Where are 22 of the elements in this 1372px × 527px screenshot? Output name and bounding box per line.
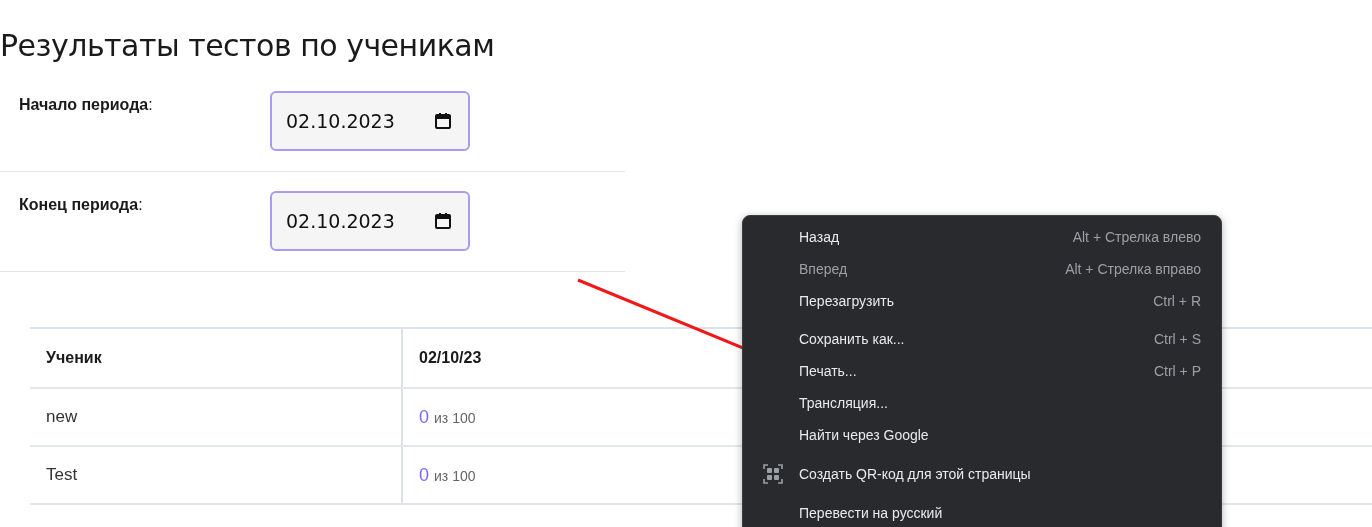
qr-code-icon <box>763 464 783 484</box>
menu-item[interactable]: Трансляция... <box>743 387 1221 419</box>
field-label: Конец периода: <box>18 195 144 214</box>
score-text: 0 из 100 <box>419 406 476 428</box>
menu-item[interactable]: Сохранить как... Ctrl + S <box>743 323 1221 355</box>
menu-item[interactable]: Перевести на русский <box>743 497 1221 527</box>
student-name: new <box>30 389 403 445</box>
menu-item[interactable]: Перезагрузить Ctrl + R <box>743 285 1221 317</box>
menu-item[interactable]: Печать... Ctrl + P <box>743 355 1221 387</box>
score-text: 0 из 100 <box>419 464 476 486</box>
field-label: Начало периода: <box>18 95 154 114</box>
date-field[interactable]: 02.10.2023 <box>270 191 470 251</box>
date-field[interactable]: 02.10.2023 <box>270 91 470 151</box>
menu-item[interactable]: Создать QR-код для этой страницы <box>743 457 1221 491</box>
calendar-icon[interactable] <box>434 112 452 130</box>
student-name: Test <box>30 447 403 503</box>
menu-item[interactable]: Назад Alt + Стрелка влево <box>743 221 1221 253</box>
calendar-icon[interactable] <box>434 212 452 230</box>
page-title: Результаты тестов по ученикам <box>0 27 496 65</box>
column-header: 02/10/23 <box>419 349 482 367</box>
menu-item[interactable]: Найти через Google <box>743 419 1221 451</box>
column-header: Ученик <box>46 349 102 367</box>
